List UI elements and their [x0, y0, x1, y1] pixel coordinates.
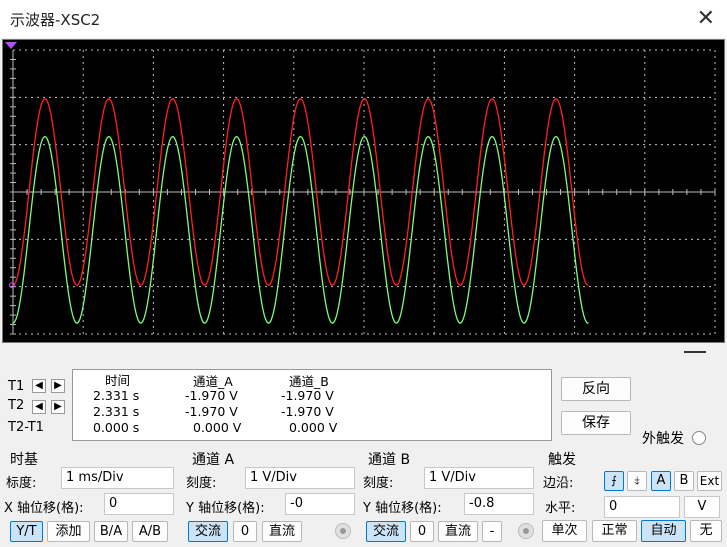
- channel-b-scale-field[interactable]: 1 V/Div: [424, 467, 534, 489]
- title-bar: 示波器-XSC2 ✕: [0, 0, 727, 38]
- close-icon[interactable]: ✕: [697, 6, 715, 31]
- t2-right-arrow-icon[interactable]: ▶: [51, 400, 65, 414]
- mode-add-button[interactable]: 添加: [47, 521, 90, 542]
- timebase-scale-label: 标度:: [6, 476, 37, 491]
- timebase-scale-field[interactable]: 1 ms/Div: [61, 467, 174, 489]
- resize-handle[interactable]: [684, 351, 706, 353]
- cursor-t1-marker-icon[interactable]: [5, 42, 17, 49]
- oscilloscope-screen: [2, 39, 725, 343]
- t1-right-arrow-icon[interactable]: ▶: [51, 379, 65, 393]
- trigger-level-unit[interactable]: V: [684, 496, 720, 518]
- x-position-field[interactable]: 0: [104, 493, 174, 515]
- channel-b-scale-label: 刻度:: [363, 476, 394, 491]
- channel-b-dc-button[interactable]: 直流: [438, 521, 478, 542]
- channel-a-ypos-field[interactable]: -0: [285, 493, 355, 515]
- t1-time: 2.331 s: [93, 388, 140, 403]
- t2-channel-b: -1.970 V: [281, 404, 334, 419]
- channel-a-ac-button[interactable]: 交流: [188, 521, 228, 542]
- channel-a-zero-button[interactable]: 0: [233, 521, 257, 542]
- waveform-plot: [5, 42, 716, 335]
- channel-a-scale-label: 刻度:: [186, 476, 217, 491]
- save-button[interactable]: 保存: [561, 411, 631, 435]
- t2-t1-channel-a: 0.000 V: [193, 420, 242, 435]
- mode-ba-button[interactable]: B/A: [94, 521, 128, 542]
- cursor-readout-table: 时间 通道_A 通道_B 2.331 s -1.970 V -1.970 V 2…: [72, 369, 552, 441]
- channel-b-ac-button[interactable]: 交流: [366, 521, 406, 542]
- trigger-level-label: 水平:: [545, 501, 576, 516]
- falling-edge-icon[interactable]: ⤈: [627, 471, 647, 491]
- trigger-level-field[interactable]: 0: [604, 496, 680, 518]
- rising-edge-icon[interactable]: ⨍: [604, 471, 624, 491]
- channel-a-scale-field[interactable]: 1 V/Div: [245, 467, 355, 489]
- ext-trigger-radio[interactable]: [692, 431, 706, 445]
- t1-channel-a: -1.970 V: [185, 388, 238, 403]
- channel-b-disabled-radio: [518, 523, 534, 539]
- trigger-auto-button[interactable]: 自动: [641, 520, 686, 542]
- reverse-button[interactable]: 反向: [561, 377, 631, 401]
- t2-t1-channel-b: 0.000 V: [289, 420, 338, 435]
- t2-label: T2: [8, 398, 25, 413]
- t1-channel-b: -1.970 V: [281, 388, 334, 403]
- trigger-title: 触发: [548, 452, 576, 468]
- t2-t1-time: 0.000 s: [93, 420, 140, 435]
- channel-b-zero-button[interactable]: 0: [410, 521, 434, 542]
- mode-yt-button[interactable]: Y/T: [10, 521, 43, 542]
- trigger-edge-label: 边沿:: [543, 476, 574, 491]
- channel-a-disabled-radio: [335, 523, 351, 539]
- channel-a-dc-button[interactable]: 直流: [262, 521, 302, 542]
- t1-label: T1: [8, 379, 25, 394]
- t2-time: 2.331 s: [93, 404, 140, 419]
- mode-ab-button[interactable]: A/B: [132, 521, 168, 542]
- channel-b-title: 通道 B: [368, 452, 411, 468]
- trigger-source-b-button[interactable]: B: [674, 471, 694, 491]
- channel-a-title: 通道 A: [192, 452, 235, 468]
- t2-channel-a: -1.970 V: [185, 404, 238, 419]
- channel-b-invert-button[interactable]: -: [482, 521, 502, 542]
- trigger-none-button[interactable]: 无: [690, 520, 722, 542]
- t2-t1-label: T2-T1: [8, 420, 44, 435]
- trigger-source-a-button[interactable]: A: [651, 471, 671, 491]
- channel-a-ypos-label: Y 轴位移(格):: [186, 501, 265, 516]
- trigger-single-button[interactable]: 单次: [542, 520, 587, 542]
- t2-left-arrow-icon[interactable]: ◀: [32, 400, 46, 414]
- timebase-title: 时基: [10, 452, 38, 468]
- trigger-source-ext-button[interactable]: Ext: [697, 471, 722, 491]
- channel-b-ypos-label: Y 轴位移(格):: [363, 501, 442, 516]
- col-header-time: 时间: [105, 373, 131, 388]
- ext-trigger-label: 外触发: [642, 431, 684, 447]
- channel-b-trace: [12, 135, 589, 324]
- t1-left-arrow-icon[interactable]: ◀: [32, 379, 46, 393]
- window-title: 示波器-XSC2: [10, 11, 101, 29]
- channel-b-ypos-field[interactable]: -0.8: [464, 493, 534, 515]
- x-position-label: X 轴位移(格):: [4, 501, 84, 516]
- trigger-normal-button[interactable]: 正常: [592, 520, 637, 542]
